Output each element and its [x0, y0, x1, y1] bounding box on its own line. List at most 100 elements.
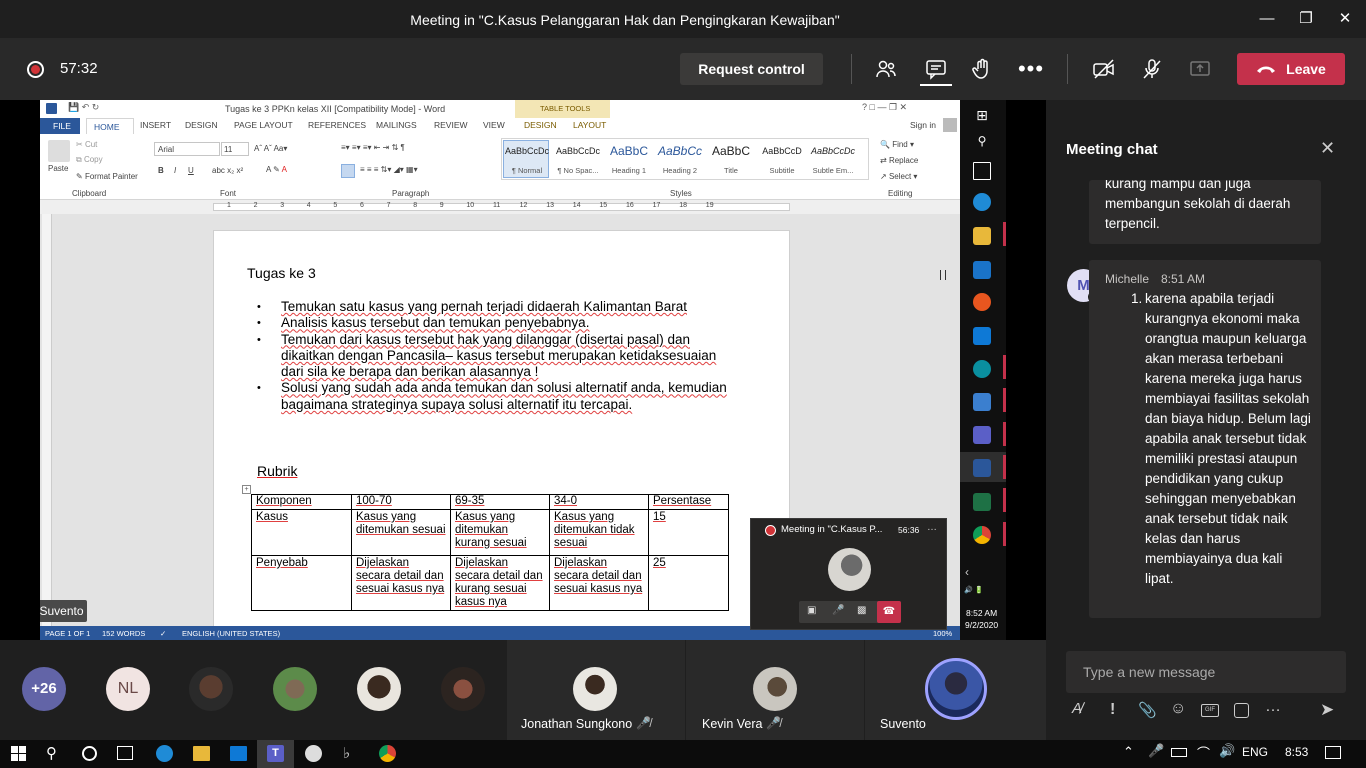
paste-icon[interactable] [48, 140, 70, 162]
notifications-icon[interactable] [1325, 746, 1341, 759]
mic-tray-icon[interactable]: 🎤 [1148, 743, 1164, 759]
alignment-buttons[interactable]: ≡ ≡ ≡ ⇅▾ ◢▾ ▦▾ [360, 165, 418, 174]
search-icon[interactable]: ⚲ [973, 134, 991, 152]
tab-table-design[interactable]: DESIGN [524, 120, 557, 130]
text-color-buttons[interactable]: A ✎ A [266, 165, 287, 174]
cut-button[interactable]: ✂ Cut [76, 140, 97, 149]
clock-app-icon[interactable] [305, 745, 322, 762]
mail-icon[interactable] [973, 327, 991, 345]
copy-button[interactable]: ⧉ Copy [76, 155, 103, 165]
wifi-icon[interactable]: ⌒ [1197, 743, 1210, 762]
search-icon[interactable]: ⚲ [46, 744, 57, 762]
tab-references[interactable]: REFERENCES [308, 120, 366, 130]
format-painter-button[interactable]: ✎ Format Painter [76, 172, 138, 181]
chrome-icon[interactable] [973, 526, 991, 544]
teams-icon[interactable] [973, 426, 991, 444]
sign-in-link[interactable]: Sign in [910, 120, 936, 130]
format-icon[interactable]: A̸ [1072, 700, 1082, 717]
style-item[interactable]: AaBbCcDc ¶ Normal [502, 142, 552, 175]
chevron-left-icon[interactable]: ‹ [965, 565, 969, 579]
participants-icon[interactable] [872, 55, 900, 83]
language-indicator[interactable]: ENG [1242, 745, 1268, 759]
windows-start-icon[interactable]: ⊞ [973, 106, 991, 124]
volume-icon[interactable]: 🔊 [1219, 743, 1235, 759]
participant-avatar[interactable] [189, 667, 233, 711]
more-actions-icon[interactable]: … [1265, 698, 1281, 716]
edge-icon[interactable] [973, 193, 991, 211]
mic-off-icon[interactable] [1138, 55, 1166, 83]
document-page[interactable]: Tugas ke 3 • Temukan satu kasus yang pern… [213, 230, 790, 630]
file-explorer-icon[interactable] [973, 227, 991, 245]
style-item[interactable]: AaBbCcD Subtitle [757, 142, 807, 175]
tab-review[interactable]: REVIEW [434, 120, 468, 130]
important-icon[interactable]: ! [1110, 701, 1115, 719]
style-item[interactable]: AaBbCcDc Subtle Em... [808, 142, 858, 175]
mini-share-icon[interactable]: ▩ [857, 605, 866, 616]
font-name-select[interactable]: Arial [154, 142, 220, 156]
style-item[interactable]: AaBbC Title [706, 142, 756, 175]
bold-button[interactable]: B [158, 166, 164, 175]
tray-icons[interactable]: 🔊 🔋 [964, 586, 983, 594]
more-options-icon[interactable]: ••• [1017, 55, 1045, 83]
paste-button[interactable]: Paste [48, 164, 68, 173]
message-input[interactable]: Type a new message [1066, 651, 1346, 693]
font-effects[interactable]: abc x₂ x² [212, 166, 243, 175]
underline-button[interactable]: U [188, 166, 194, 175]
word-taskbar-icon[interactable] [973, 459, 991, 477]
edge-icon[interactable] [156, 745, 173, 762]
font-grow-shrink[interactable]: Aˆ Aˇ Aa▾ [254, 144, 287, 153]
participant-avatar[interactable] [357, 667, 401, 711]
tab-table-layout[interactable]: LAYOUT [573, 120, 606, 130]
cortana-icon[interactable] [82, 746, 97, 761]
task-view-icon[interactable] [117, 746, 133, 760]
quick-access-icon[interactable]: 💾 ↶ ↻ [68, 102, 99, 113]
italic-button[interactable]: I [174, 166, 176, 175]
edge-legacy-icon[interactable] [973, 360, 991, 378]
find-button[interactable]: 🔍 Find ▾ [880, 140, 914, 149]
raise-hand-icon[interactable] [968, 55, 996, 83]
sticker-icon[interactable] [1234, 703, 1249, 718]
participant-avatar[interactable] [273, 667, 317, 711]
chat-icon[interactable] [922, 55, 950, 83]
tab-page-layout[interactable]: PAGE LAYOUT [234, 120, 293, 130]
photos-icon[interactable] [973, 393, 991, 411]
proofing-icon[interactable]: ✓ [160, 629, 166, 638]
tab-home[interactable]: HOME [86, 118, 134, 134]
mini-camera-off-icon[interactable]: ▣ [807, 605, 816, 616]
battery-icon[interactable] [1171, 748, 1187, 757]
style-item[interactable]: AaBbC Heading 1 [604, 142, 654, 175]
tab-view[interactable]: VIEW [483, 120, 505, 130]
word-window-controls[interactable]: ? □ — ❐ ✕ [862, 102, 907, 113]
camera-off-icon[interactable] [1090, 55, 1118, 83]
request-control-button[interactable]: Request control [680, 53, 823, 85]
participant-avatar[interactable] [441, 667, 485, 711]
tab-insert[interactable]: INSERT [140, 120, 171, 130]
list-buttons[interactable]: ≡▾ ≡▾ ≡▾ ⇤ ⇥ ⇅ ¶ [341, 143, 405, 152]
close-chat-icon[interactable]: ✕ [1320, 138, 1335, 159]
send-icon[interactable]: ➤ [1320, 700, 1334, 720]
participant-avatar-nl[interactable]: NL [106, 667, 150, 711]
chrome-icon[interactable] [379, 745, 396, 762]
share-screen-icon[interactable] [1186, 55, 1214, 83]
tab-file[interactable]: FILE [40, 118, 80, 134]
leave-button[interactable]: Leave [1237, 53, 1345, 85]
tab-mailings[interactable]: MAILINGS [376, 120, 417, 130]
font-size-select[interactable]: 11 [221, 142, 249, 156]
style-item[interactable]: AaBbCc Heading 2 [655, 142, 705, 175]
video-tile-kevin[interactable]: Kevin Vera 🎤̸ [686, 640, 864, 740]
tab-design[interactable]: DESIGN [185, 120, 218, 130]
system-clock[interactable]: 8:53 [1285, 745, 1308, 759]
video-tile-suvento[interactable]: Suvento [865, 640, 1046, 740]
mail-icon[interactable] [230, 746, 247, 761]
mini-mic-icon[interactable]: 🎤 [832, 605, 844, 616]
mini-more-icon[interactable]: … [927, 522, 937, 533]
store-icon[interactable] [973, 261, 991, 279]
gif-icon[interactable]: GIF [1201, 704, 1219, 717]
windows-start-icon[interactable] [11, 746, 26, 761]
chevron-up-icon[interactable]: ⌃ [1123, 744, 1134, 760]
mini-hang-up-button[interactable]: ☎ [877, 601, 901, 623]
style-item[interactable]: AaBbCcDc ¶ No Spac... [553, 142, 603, 175]
video-tile-jonathan[interactable]: Jonathan Sungkono 🎤̸ [507, 640, 685, 740]
mini-meeting-window[interactable]: Meeting in "C.Kasus P... 56:36 … ▣ 🎤 ▩ ☎ [750, 518, 947, 630]
select-button[interactable]: ↗ Select ▾ [880, 172, 917, 181]
